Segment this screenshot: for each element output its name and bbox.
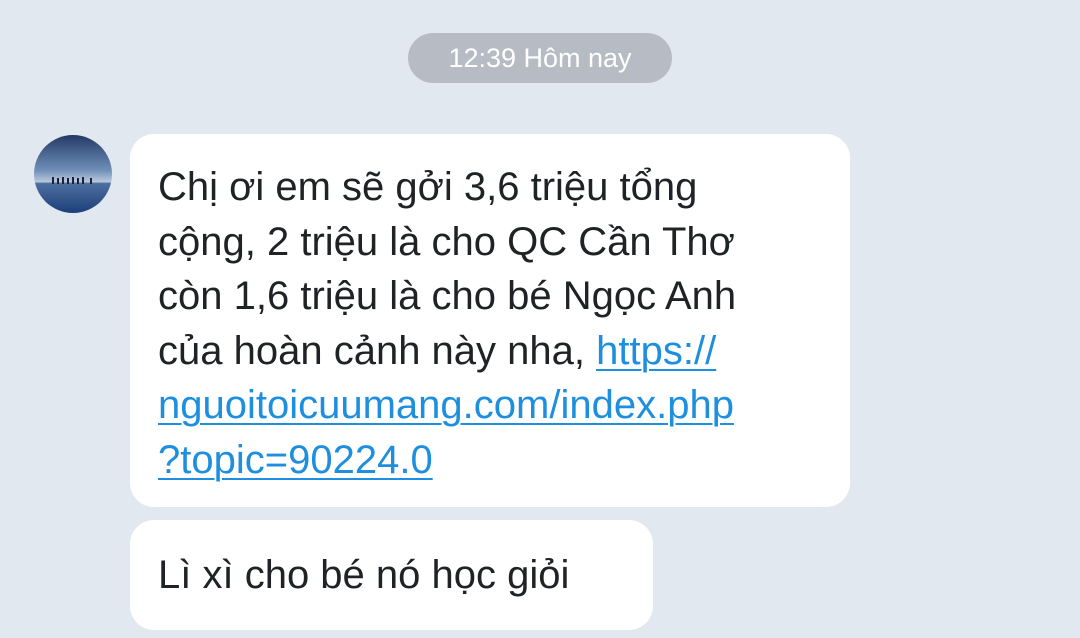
message-text-line: cộng, 2 triệu là cho QC Cần Thơ [158, 219, 735, 264]
message-link[interactable]: ?topic=90224.0 [158, 438, 433, 482]
sender-avatar[interactable] [34, 135, 112, 213]
message-bubble[interactable]: Lì xì cho bé nó học giỏi [130, 520, 653, 630]
message-text-line: Chị ơi em sẽ gởi 3,6 triệu tổng [158, 165, 698, 209]
message-bubble[interactable]: Chị ơi em sẽ gởi 3,6 triệu tổng cộng, 2 … [130, 134, 850, 507]
timestamp-badge: 12:39 Hôm nay [408, 33, 672, 83]
message-link-line: ?topic=90224.0 [158, 433, 830, 488]
message-text-line: còn 1,6 triệu là cho bé Ngọc Anh [158, 274, 737, 318]
avatar-photo-icon [34, 135, 112, 213]
message-link-line: nguoitoicuumang.com/index.php [158, 378, 830, 433]
message-text-segment: của hoàn cảnh này nha, [158, 328, 597, 373]
message-link[interactable]: https:// [596, 329, 716, 373]
message-text-line: của hoàn cảnh này nha, https:// [158, 324, 830, 379]
message-text: Lì xì cho bé nó học giỏi [158, 553, 570, 597]
message-link[interactable]: nguoitoicuumang.com/index.php [158, 383, 734, 427]
